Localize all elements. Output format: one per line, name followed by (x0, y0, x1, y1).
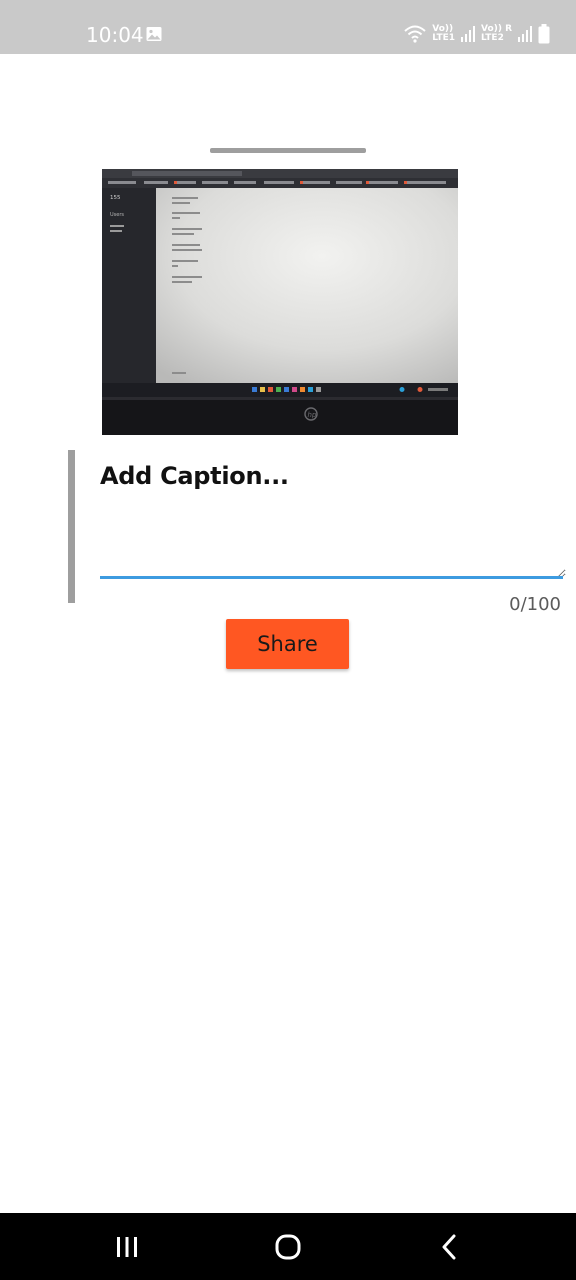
home-icon (275, 1234, 301, 1259)
back-button[interactable] (404, 1213, 494, 1280)
caption-accent-bar (68, 450, 75, 603)
caption-placeholder: Add Caption... (100, 462, 289, 490)
caption-char-counter: 0/100 (509, 594, 561, 615)
caption-underline (100, 576, 563, 579)
status-bar: 10:04 Vo)) LTE1 Vo)) R LTE2 (0, 0, 576, 54)
status-indicators: Vo)) LTE1 Vo)) R LTE2 (404, 22, 550, 46)
signal-icon (518, 26, 532, 42)
sim1-network: Vo)) LTE1 (432, 24, 456, 43)
wifi-icon (404, 25, 426, 43)
recent-apps-icon (117, 1236, 137, 1257)
sidebar-count: 155 (110, 195, 121, 201)
share-button[interactable]: Share (226, 619, 349, 669)
caption-input[interactable] (100, 500, 566, 578)
laptop-screen-photo: 155 Users hp (102, 169, 458, 435)
recent-apps-button[interactable] (82, 1213, 172, 1280)
photo-preview: 155 Users hp (102, 169, 458, 435)
status-time: 10:04 (86, 23, 144, 47)
svg-text:hp: hp (308, 411, 317, 419)
gallery-icon (146, 27, 162, 41)
back-icon (442, 1234, 456, 1259)
home-button[interactable] (243, 1213, 333, 1280)
bottom-sheet-handle[interactable] (210, 148, 366, 153)
sidebar-label: Users (110, 212, 124, 218)
battery-icon (538, 24, 550, 44)
sim2-network: Vo)) R LTE2 (481, 24, 512, 43)
signal-icon (461, 26, 476, 42)
system-nav-bar (0, 1213, 576, 1280)
